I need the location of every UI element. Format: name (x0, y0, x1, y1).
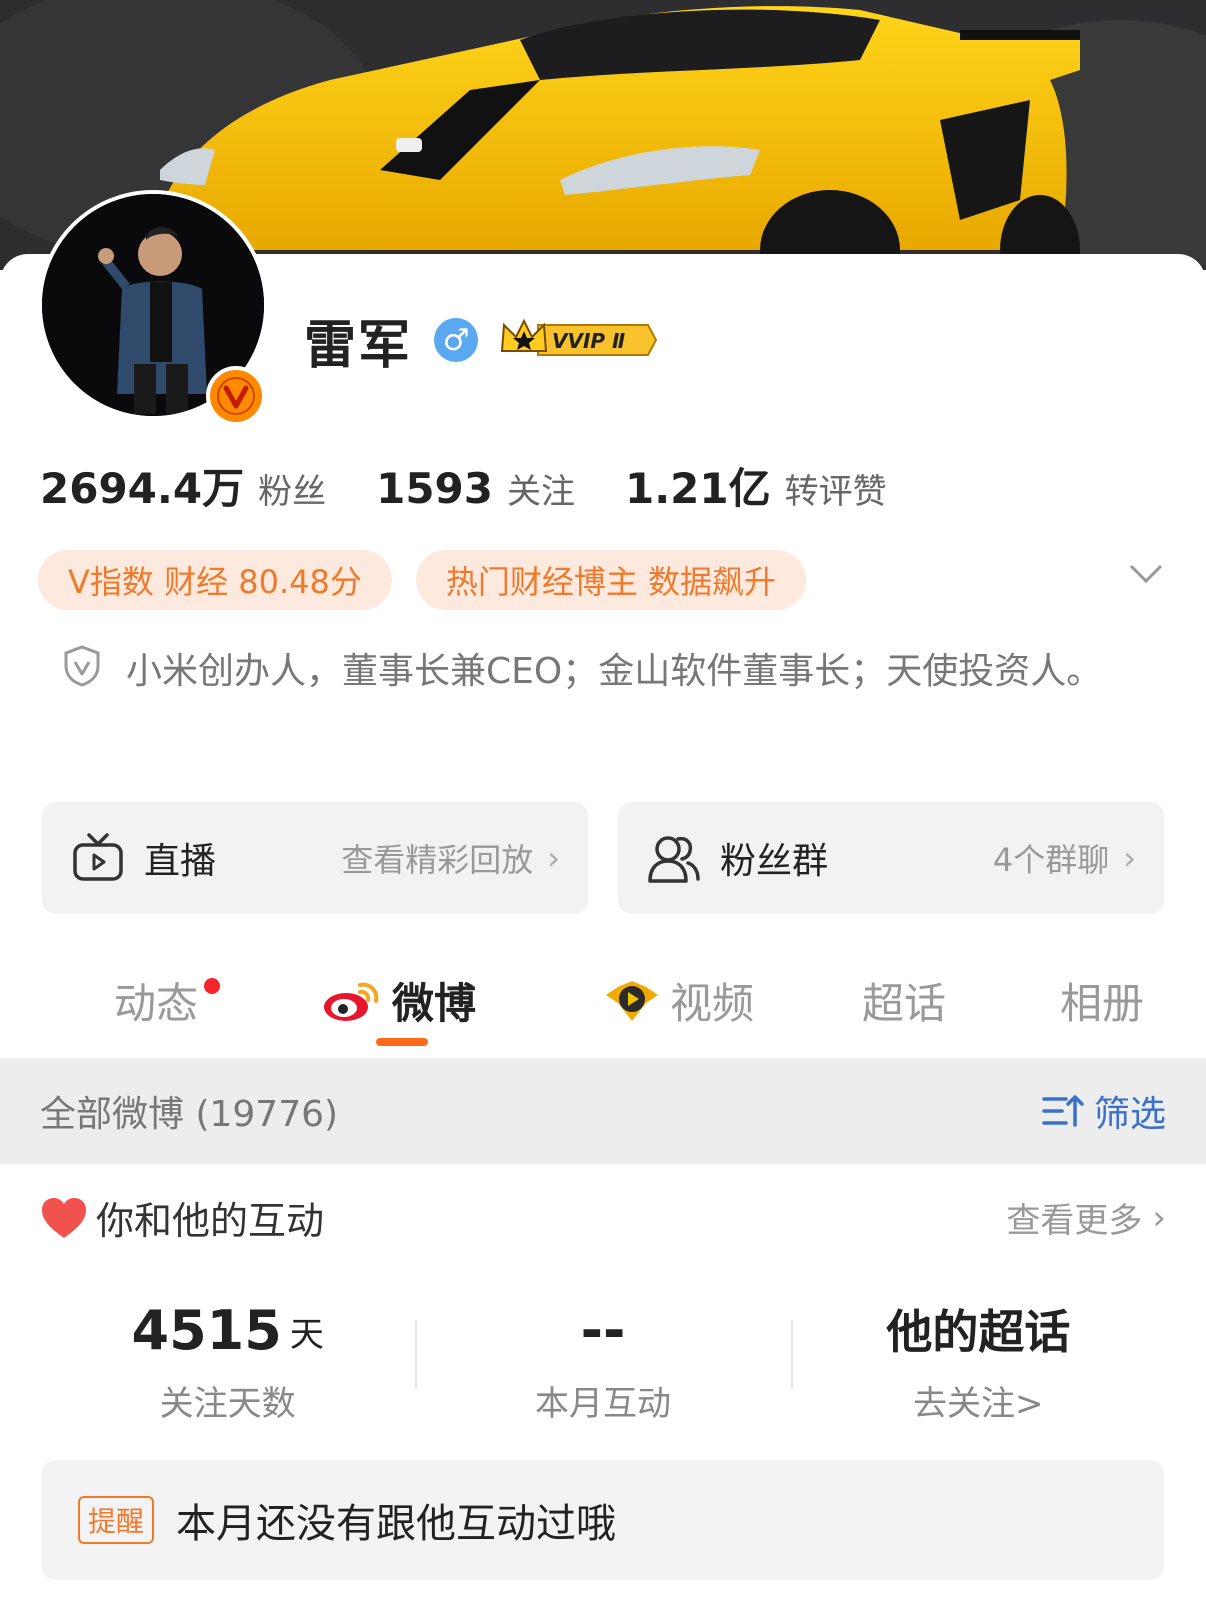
tab-label: 微博 (392, 979, 477, 1028)
shield-icon (62, 644, 106, 706)
notification-dot (204, 978, 220, 994)
vvip-badge[interactable]: VVIP Ⅱ (498, 317, 658, 363)
follow-days-label: 关注天数 (159, 1384, 296, 1424)
vvip-label: VVIP Ⅱ (552, 329, 625, 353)
go-follow-link[interactable]: 去关注> (791, 1376, 1166, 1425)
tab-label: 动态 (114, 979, 199, 1028)
engagement-count: 1.21 (625, 464, 729, 513)
fans-label[interactable]: 粉丝 (258, 464, 326, 513)
tv-icon (70, 830, 126, 886)
v-index-tag[interactable]: V指数 财经 80.48分 (38, 550, 392, 610)
verified-v-icon (217, 377, 255, 415)
following-count[interactable]: 1593 (376, 464, 493, 513)
live-subtitle: 查看精彩回放 (341, 841, 534, 879)
user-name: 雷军 (304, 315, 413, 376)
following-label[interactable]: 关注 (507, 464, 575, 513)
profile-tabs: 动态 微博 视频 超话 相册 (0, 950, 1206, 1054)
filter-icon (1042, 1095, 1084, 1127)
engagement-unit: 亿 (728, 464, 771, 513)
live-tile[interactable]: 直播 查看精彩回放 › (42, 802, 588, 914)
chevron-right-icon: › (1123, 839, 1136, 877)
tags-row: V指数 财经 80.48分 热门财经博主 数据飙升 (38, 550, 830, 610)
heart-icon (42, 1197, 86, 1238)
tab-weibo[interactable]: 微博 (322, 970, 476, 1031)
monthly-interaction-metric: -- 本月互动 (415, 1290, 790, 1430)
follow-days-unit: 天 (289, 1315, 324, 1355)
gender-male-icon: ♂ (434, 318, 479, 362)
bio-text: 小米创办人，董事长兼CEO；金山软件董事长；天使投资人。 (126, 651, 1103, 692)
bio: 小米创办人，董事长兼CEO；金山软件董事长；天使投资人。 (62, 638, 1142, 706)
super-topic-metric[interactable]: 他的超话 去关注> (790, 1290, 1166, 1430)
monthly-interaction-value: -- (580, 1299, 626, 1362)
all-posts-count: 全部微博 (19776) (40, 1094, 339, 1135)
filter-label: 筛选 (1093, 1094, 1166, 1135)
group-icon (646, 830, 702, 886)
chevron-right-icon: › (547, 839, 560, 877)
tab-feed[interactable]: 动态 (114, 970, 198, 1031)
interaction-metrics: 4515 天 关注天数 -- 本月互动 他的超话 去关注> (40, 1290, 1166, 1430)
super-topic-title: 他的超话 (886, 1305, 1071, 1359)
interaction-title: 你和他的互动 (96, 1199, 325, 1243)
monthly-interaction-label: 本月互动 (534, 1384, 671, 1424)
hot-blogger-tag[interactable]: 热门财经博主 数据飙升 (415, 550, 807, 610)
interaction-header: 你和他的互动 查看更多 › (40, 1190, 1166, 1245)
follow-days-metric: 4515 天 关注天数 (40, 1290, 415, 1430)
live-title: 直播 (144, 841, 217, 882)
fan-group-tile[interactable]: 粉丝群 4个群聊 › (618, 802, 1164, 914)
tab-album[interactable]: 相册 (1060, 970, 1144, 1031)
feature-tiles: 直播 查看精彩回放 › 粉丝群 4个群聊 › (42, 802, 1194, 914)
video-icon (606, 980, 658, 1021)
verified-v-badge (206, 366, 266, 426)
active-tab-indicator (376, 1038, 428, 1046)
stats-row: 2694.4 万 粉丝 1593 关注 1.21 亿 转评赞 (40, 455, 937, 516)
chevron-right-icon: › (1152, 1197, 1166, 1238)
filter-button[interactable]: 筛选 (1042, 1085, 1166, 1137)
view-more-link[interactable]: 查看更多 › (1006, 1193, 1166, 1242)
fan-group-subtitle: 4个群聊 (992, 841, 1110, 879)
name-row: 雷军 ♂ VVIP Ⅱ (304, 300, 658, 380)
follow-days-value: 4515 (131, 1299, 282, 1362)
posts-filter-bar: 全部微博 (19776) 筛选 (0, 1058, 1206, 1164)
reminder-banner: 提醒 本月还没有跟他互动过哦 (42, 1460, 1164, 1580)
chevron-down-icon[interactable] (1128, 562, 1164, 590)
weibo-logo-icon (324, 982, 379, 1021)
crown-icon: VVIP Ⅱ (500, 318, 658, 356)
tab-label: 超话 (862, 979, 947, 1028)
tab-label: 相册 (1060, 979, 1145, 1028)
reminder-tag: 提醒 (78, 1496, 155, 1544)
tab-video[interactable]: 视频 (604, 970, 754, 1031)
fan-group-title: 粉丝群 (720, 841, 829, 882)
view-more-label: 查看更多 (1006, 1201, 1143, 1241)
fans-unit: 万 (202, 464, 245, 513)
engagement-label: 转评赞 (784, 472, 887, 512)
reminder-text: 本月还没有跟他互动过哦 (176, 1501, 617, 1547)
tab-label: 视频 (670, 979, 755, 1028)
fans-count[interactable]: 2694.4 (40, 464, 202, 513)
tab-super-topic[interactable]: 超话 (862, 970, 946, 1031)
